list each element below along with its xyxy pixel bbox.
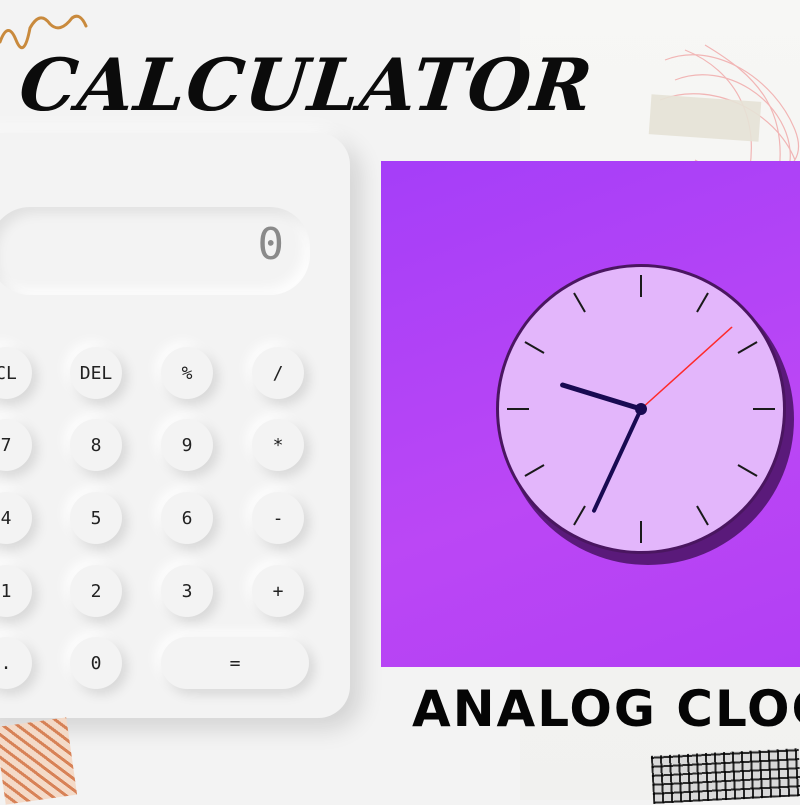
key-clear[interactable]: CL [0,347,32,399]
key-4[interactable]: 4 [0,492,32,544]
decorative-tape-grid [650,748,800,804]
key-2[interactable]: 2 [70,565,122,617]
key-decimal[interactable]: . [0,637,32,689]
clock-center-pin [635,403,647,415]
key-divide[interactable]: / [252,347,304,399]
decorative-tape [648,94,762,142]
key-0[interactable]: 0 [70,637,122,689]
key-percent[interactable]: % [161,347,213,399]
key-8[interactable]: 8 [70,419,122,471]
calculator: 0 CL DEL % / 7 8 9 * 4 5 6 - 1 2 3 + . 0… [0,133,350,718]
clock-title: ANALOG CLOC [412,680,800,738]
key-multiply[interactable]: * [252,419,304,471]
analog-clock [496,264,794,565]
key-9[interactable]: 9 [161,419,213,471]
display-value: 0 [257,219,285,270]
key-5[interactable]: 5 [70,492,122,544]
key-subtract[interactable]: - [252,492,304,544]
calculator-title: CALCULATOR [15,42,598,127]
key-7[interactable]: 7 [0,419,32,471]
key-add[interactable]: + [252,565,304,617]
key-equals[interactable]: = [161,637,309,689]
clock-panel [381,161,800,667]
key-delete[interactable]: DEL [70,347,122,399]
decorative-tape-striped [0,717,78,805]
key-6[interactable]: 6 [161,492,213,544]
calculator-display: 0 [0,207,310,295]
key-1[interactable]: 1 [0,565,32,617]
key-3[interactable]: 3 [161,565,213,617]
